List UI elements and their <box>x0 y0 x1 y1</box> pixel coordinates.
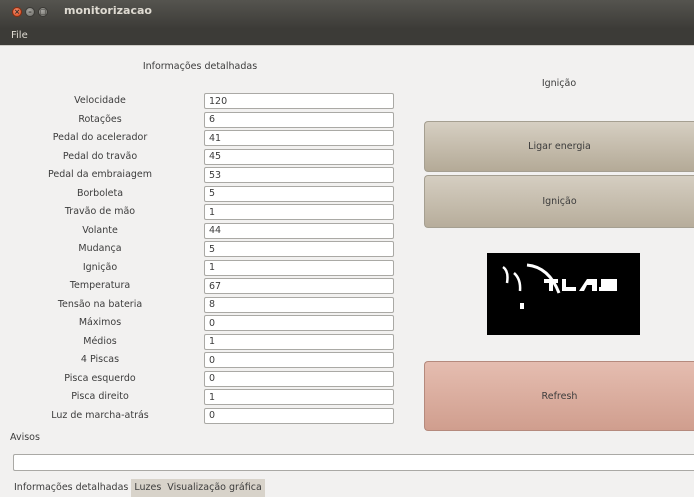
atlas-logo-graphic <box>502 263 617 309</box>
app-window: × – □ monitorizacao File Informações det… <box>0 0 694 497</box>
avisos-label: Avisos <box>10 432 40 443</box>
close-window-button[interactable]: × <box>12 7 22 17</box>
field-row: Borboleta <box>10 185 400 203</box>
field-row: Pedal da embraiagem <box>10 166 400 184</box>
maximize-icon: □ <box>39 8 47 16</box>
field-row: Volante <box>10 222 400 240</box>
field-value-input[interactable] <box>204 222 394 239</box>
window-title: monitorizacao <box>64 4 152 17</box>
atlas-logo <box>487 253 640 335</box>
close-icon: × <box>14 8 20 16</box>
field-value-input[interactable] <box>204 352 394 368</box>
menu-file[interactable]: File <box>11 30 28 41</box>
field-label: Borboleta <box>76 187 124 199</box>
field-label: Pedal do travão <box>62 150 138 162</box>
field-label: Pisca direito <box>71 391 129 402</box>
field-row: Mudança <box>10 240 400 258</box>
field-value-input[interactable] <box>204 407 394 424</box>
tab-bar: Informações detalhadas Luzes Visualizaçã… <box>12 479 265 497</box>
field-value-input[interactable] <box>204 296 394 313</box>
field-label: Pedal do acelerador <box>52 132 148 143</box>
field-label: Médios <box>83 335 117 347</box>
field-value-input[interactable] <box>204 278 394 294</box>
avisos-field[interactable] <box>13 454 694 471</box>
field-row: Tensão na bateria <box>10 296 400 314</box>
field-row: Pisca direito <box>10 388 400 406</box>
field-label: Travão de mão <box>64 206 136 217</box>
field-row: Pedal do travão <box>10 148 400 166</box>
field-label: Ignição <box>82 261 118 273</box>
field-row: Máximos <box>10 314 400 332</box>
title-bar: × – □ monitorizacao <box>0 0 694 28</box>
field-value-input[interactable] <box>204 204 394 220</box>
field-value-input[interactable] <box>204 167 394 183</box>
field-value-input[interactable] <box>204 130 394 146</box>
field-value-input[interactable] <box>204 93 394 109</box>
field-value-input[interactable] <box>204 148 394 165</box>
field-label: Rotações <box>78 113 122 125</box>
minimize-window-button[interactable]: – <box>25 7 35 17</box>
power-on-button[interactable]: Ligar energia <box>424 121 694 172</box>
field-row: Pedal do acelerador <box>10 129 400 147</box>
field-row: Médios <box>10 333 400 351</box>
details-header: Informações detalhadas <box>142 61 258 72</box>
field-value-input[interactable] <box>204 370 394 387</box>
field-label: Pedal da embraiagem <box>47 169 153 180</box>
field-row: Travão de mão <box>10 203 400 221</box>
field-value-input[interactable] <box>204 241 394 257</box>
field-label: Tensão na bateria <box>57 298 143 310</box>
field-label: Máximos <box>78 317 122 328</box>
field-row: Ignição <box>10 259 400 277</box>
field-value-input[interactable] <box>204 259 394 276</box>
minimize-icon: – <box>28 8 32 16</box>
field-label: Volante <box>82 224 118 236</box>
tab-luzes[interactable]: Luzes <box>131 479 165 497</box>
field-label: Luz de marcha-atrás <box>51 409 149 421</box>
maximize-window-button[interactable]: □ <box>38 7 48 17</box>
field-value-input[interactable] <box>204 111 394 128</box>
field-label: Temperatura <box>69 280 131 291</box>
menu-separator <box>0 45 694 46</box>
field-label: 4 Piscas <box>80 354 120 365</box>
field-row: Pisca esquerdo <box>10 370 400 388</box>
field-label: Mudança <box>78 243 122 254</box>
ignition-header: Ignição <box>541 78 577 89</box>
refresh-button[interactable]: Refresh <box>424 361 694 431</box>
field-label: Pisca esquerdo <box>64 372 136 384</box>
field-row: Luz de marcha-atrás <box>10 407 400 425</box>
field-value-input[interactable] <box>204 333 394 350</box>
field-row: Temperatura <box>10 277 400 295</box>
field-value-input[interactable] <box>204 315 394 331</box>
field-row: Rotações <box>10 111 400 129</box>
menu-bar: File <box>0 28 694 45</box>
ignition-button[interactable]: Ignição <box>424 175 694 228</box>
tab-informacoes-detalhadas[interactable]: Informações detalhadas <box>12 479 132 497</box>
field-value-input[interactable] <box>204 185 394 202</box>
tab-visualizacao-grafica[interactable]: Visualização gráfica <box>164 479 265 497</box>
field-row: 4 Piscas <box>10 351 400 369</box>
field-row: Velocidade <box>10 92 400 110</box>
field-value-input[interactable] <box>204 389 394 405</box>
field-label: Velocidade <box>74 95 126 106</box>
